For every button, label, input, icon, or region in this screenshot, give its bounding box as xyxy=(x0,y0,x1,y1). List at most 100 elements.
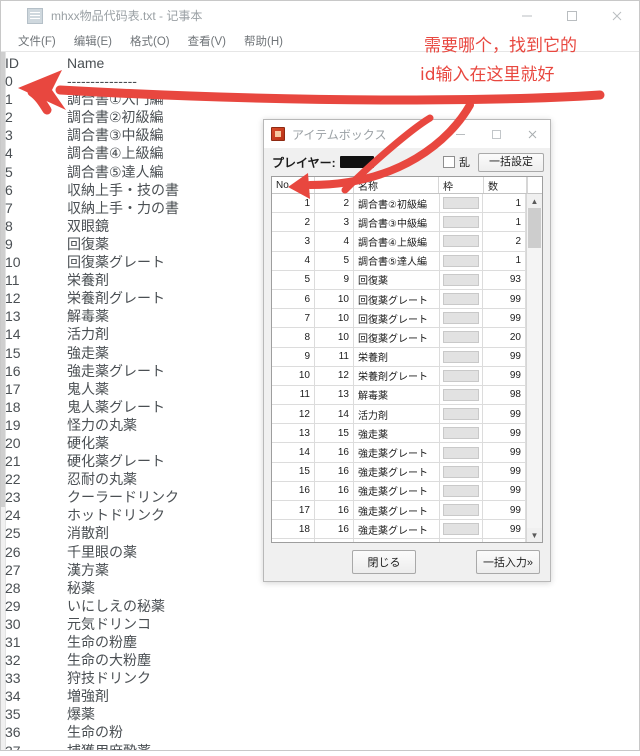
cell-slot[interactable] xyxy=(439,538,483,542)
slot-indicator[interactable] xyxy=(443,523,479,536)
text-line-id: 24 xyxy=(5,507,21,524)
slot-indicator[interactable] xyxy=(443,465,479,478)
close-button[interactable]: 閉じる xyxy=(352,550,416,574)
item-box-titlebar[interactable]: アイテムボックス xyxy=(264,120,550,148)
close-icon[interactable] xyxy=(514,120,550,148)
text-line: 1 調合書①入門編 xyxy=(5,90,639,108)
cell-slot[interactable] xyxy=(439,462,483,482)
cell-slot[interactable] xyxy=(439,442,483,463)
cell-id: 9 xyxy=(314,270,354,290)
random-checkbox-group[interactable]: 乱 xyxy=(443,154,470,170)
slot-indicator[interactable] xyxy=(443,504,479,517)
cell-slot[interactable] xyxy=(439,347,483,367)
maximize-icon[interactable] xyxy=(478,120,514,148)
slot-indicator[interactable] xyxy=(443,293,479,306)
slot-indicator[interactable] xyxy=(443,350,479,363)
slot-indicator[interactable] xyxy=(443,254,479,267)
batch-input-button[interactable]: 一括入力» xyxy=(476,550,540,574)
column-header-slot[interactable]: 枠 xyxy=(438,177,484,194)
table-row[interactable]: 6 10 回復薬グレート 99 xyxy=(272,289,526,310)
text-line-name: 爆薬 xyxy=(67,706,95,723)
table-row[interactable]: 18 16 強走薬グレート 99 xyxy=(272,519,526,540)
cell-slot[interactable] xyxy=(439,212,483,233)
cell-slot[interactable] xyxy=(439,327,483,348)
text-line-id: 1 xyxy=(5,91,13,108)
minimize-icon[interactable] xyxy=(442,120,478,148)
cell-slot[interactable] xyxy=(439,519,483,540)
scrollbar-track[interactable] xyxy=(527,208,542,528)
table-row[interactable]: 4 5 調合書⑤達人編 1 xyxy=(272,251,526,271)
table-row[interactable]: 17 16 強走薬グレート 99 xyxy=(272,500,526,521)
column-header-qty[interactable]: 数 xyxy=(483,177,527,194)
table-row[interactable]: 14 16 強走薬グレート 99 xyxy=(272,442,526,463)
slot-indicator[interactable] xyxy=(443,484,479,497)
slot-indicator[interactable] xyxy=(443,388,479,401)
text-line-id: 2 xyxy=(5,109,13,126)
table-row[interactable]: 1 2 調合書②初級編 1 xyxy=(272,194,526,214)
table-row[interactable]: 9 11 栄養剤 99 xyxy=(272,347,526,367)
text-line: 34 増強剤 xyxy=(5,687,639,705)
table-row[interactable]: 8 10 回復薬グレート 20 xyxy=(272,327,526,348)
column-header-name[interactable]: 名称 xyxy=(353,177,439,194)
slot-indicator[interactable] xyxy=(443,273,479,286)
menu-item-help[interactable]: 帮助(H) xyxy=(235,33,292,49)
table-row[interactable]: 13 15 強走薬 99 xyxy=(272,423,526,444)
slot-indicator[interactable] xyxy=(443,312,479,325)
slot-indicator[interactable] xyxy=(443,427,479,440)
cell-slot[interactable] xyxy=(439,251,483,271)
notepad-titlebar[interactable]: mhxx物品代码表.txt - 记事本 xyxy=(1,1,639,30)
cell-id: 13 xyxy=(314,385,354,406)
cell-slot[interactable] xyxy=(439,231,483,252)
cell-slot[interactable] xyxy=(439,423,483,444)
cell-no: 5 xyxy=(272,270,315,290)
cell-no: 12 xyxy=(272,404,315,425)
close-icon[interactable] xyxy=(594,1,639,30)
slot-indicator[interactable] xyxy=(443,216,479,229)
cell-slot[interactable] xyxy=(439,385,483,406)
maximize-icon[interactable] xyxy=(549,1,594,30)
table-row[interactable]: 15 16 強走薬グレート 99 xyxy=(272,462,526,482)
cell-slot[interactable] xyxy=(439,308,483,329)
notepad-document-icon xyxy=(27,7,43,24)
table-row[interactable]: 5 9 回復薬 93 xyxy=(272,270,526,290)
text-line-name: 生命の粉 xyxy=(67,724,123,741)
column-header-id[interactable]: ID xyxy=(314,177,354,194)
cell-name: 強走薬グレート xyxy=(353,538,440,542)
column-header-no[interactable]: No xyxy=(272,177,315,194)
slot-indicator[interactable] xyxy=(443,197,479,210)
cell-slot[interactable] xyxy=(439,481,483,502)
menu-item-view[interactable]: 查看(V) xyxy=(179,33,235,49)
table-row[interactable]: 16 16 強走薬グレート 99 xyxy=(272,481,526,502)
slot-indicator[interactable] xyxy=(443,446,479,459)
slot-indicator[interactable] xyxy=(443,408,479,421)
cell-quantity: 2 xyxy=(482,231,526,252)
cell-slot[interactable] xyxy=(439,500,483,521)
cell-slot[interactable] xyxy=(439,289,483,310)
cell-slot[interactable] xyxy=(439,366,483,386)
item-table-vertical-scrollbar[interactable]: ▲ ▼ xyxy=(526,194,542,542)
cell-slot[interactable] xyxy=(439,404,483,425)
scrollbar-thumb[interactable] xyxy=(528,208,541,248)
slot-indicator[interactable] xyxy=(443,369,479,382)
menu-item-file[interactable]: 文件(F) xyxy=(9,33,65,49)
menu-item-edit[interactable]: 编辑(E) xyxy=(65,33,121,49)
batch-set-button[interactable]: 一括設定 xyxy=(478,152,544,172)
table-row[interactable]: 11 13 解毒薬 98 xyxy=(272,385,526,406)
minimize-icon[interactable] xyxy=(504,1,549,30)
slot-indicator[interactable] xyxy=(443,331,479,344)
text-line-id: 32 xyxy=(5,652,21,669)
scroll-down-icon[interactable]: ▼ xyxy=(527,528,542,542)
slot-indicator[interactable] xyxy=(443,235,479,248)
table-row[interactable]: 2 3 調合書③中級編 1 xyxy=(272,212,526,233)
table-row[interactable]: 12 14 活力剤 99 xyxy=(272,404,526,425)
cell-slot[interactable] xyxy=(439,270,483,290)
table-row[interactable]: 1916強走薬グレート 99 xyxy=(272,538,526,542)
menu-item-format[interactable]: 格式(O) xyxy=(121,33,179,49)
table-row[interactable]: 10 12 栄養剤グレート 99 xyxy=(272,366,526,386)
cell-id: 15 xyxy=(314,423,354,444)
random-checkbox[interactable] xyxy=(443,156,455,168)
cell-slot[interactable] xyxy=(439,194,483,214)
scroll-up-icon[interactable]: ▲ xyxy=(527,194,542,208)
table-row[interactable]: 3 4 調合書④上級編 2 xyxy=(272,231,526,252)
table-row[interactable]: 7 10 回復薬グレート 99 xyxy=(272,308,526,329)
